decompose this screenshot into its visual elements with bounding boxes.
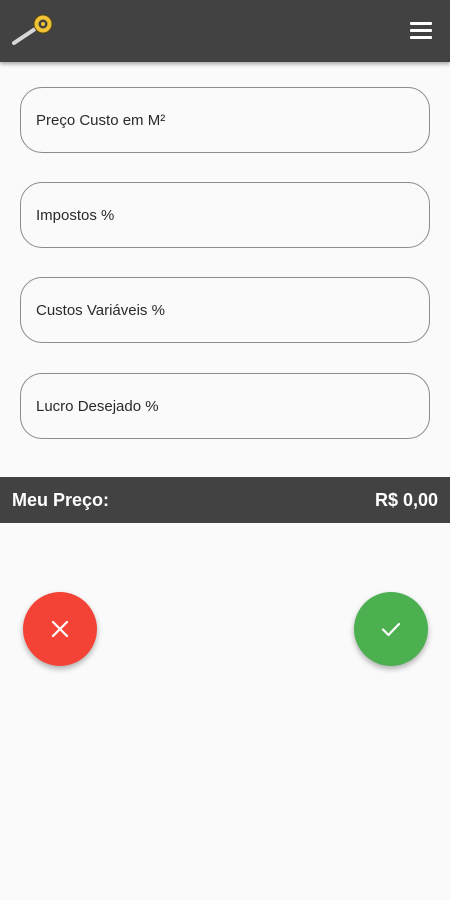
price-label: Meu Preço:: [12, 489, 110, 510]
cancel-button[interactable]: [23, 592, 97, 666]
check-icon: [381, 622, 401, 637]
cost-per-m2-field[interactable]: [20, 87, 430, 153]
tape-measure-icon: [12, 14, 53, 45]
hamburger-menu-icon[interactable]: [410, 18, 436, 42]
taxes-field[interactable]: [20, 182, 430, 248]
taxes-input[interactable]: [34, 205, 418, 225]
variable-costs-field[interactable]: [20, 277, 430, 343]
price-result-bar: Meu Preço: R$ 0,00: [0, 477, 450, 523]
confirm-button[interactable]: [354, 592, 428, 666]
app-bar: [0, 0, 450, 62]
menu-line: [410, 21, 432, 25]
desired-profit-field[interactable]: [20, 373, 430, 439]
close-icon: [51, 620, 69, 638]
desired-profit-input[interactable]: [34, 396, 418, 416]
menu-line: [410, 35, 432, 39]
cost-per-m2-input[interactable]: [34, 110, 418, 130]
menu-line: [410, 28, 432, 32]
price-value: R$ 0,00: [374, 489, 438, 510]
variable-costs-input[interactable]: [34, 300, 418, 320]
